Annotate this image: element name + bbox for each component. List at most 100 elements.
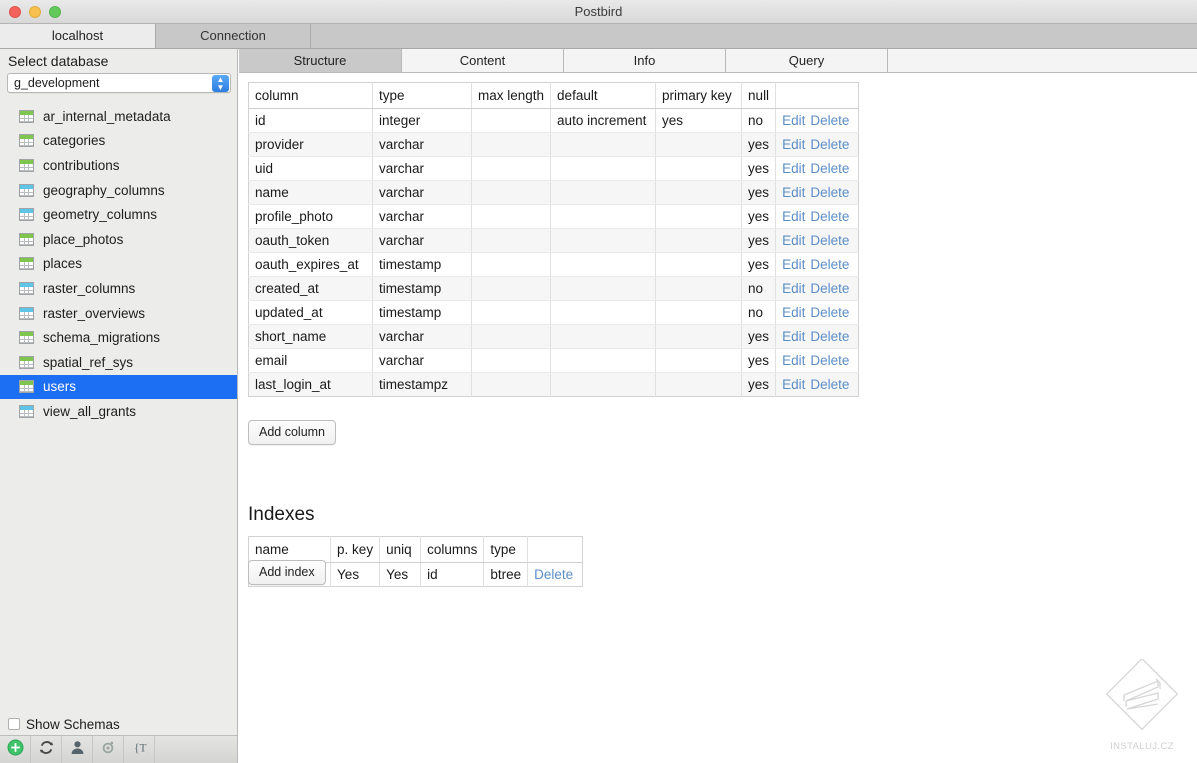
edit-column-link[interactable]: Edit bbox=[782, 329, 805, 344]
tab-content[interactable]: Content bbox=[402, 49, 564, 72]
cell-type: varchar bbox=[373, 133, 472, 157]
table-list-item[interactable]: places bbox=[0, 252, 237, 277]
table-list-item[interactable]: ar_internal_metadata bbox=[0, 104, 237, 129]
header-max-length[interactable]: max length bbox=[472, 83, 551, 109]
edit-column-link[interactable]: Edit bbox=[782, 113, 805, 128]
delete-column-link[interactable]: Delete bbox=[810, 257, 849, 272]
table-list-item[interactable]: categories bbox=[0, 129, 237, 154]
table-list-item[interactable]: schema_migrations bbox=[0, 325, 237, 350]
database-select[interactable]: g_development ▲▼ bbox=[7, 73, 231, 93]
cell-max-length bbox=[472, 349, 551, 373]
header-type[interactable]: type bbox=[373, 83, 472, 109]
window-title: Postbird bbox=[0, 0, 1197, 24]
header-index-pkey[interactable]: p. key bbox=[331, 537, 380, 563]
header-null[interactable]: null bbox=[742, 83, 776, 109]
table-icon bbox=[19, 257, 34, 270]
structure-row[interactable]: namevarcharyesEditDelete bbox=[249, 181, 859, 205]
cell-null: no bbox=[742, 301, 776, 325]
cell-max-length bbox=[472, 373, 551, 397]
edit-column-link[interactable]: Edit bbox=[782, 377, 805, 392]
delete-index-link[interactable]: Delete bbox=[534, 567, 573, 582]
header-default[interactable]: default bbox=[551, 83, 656, 109]
settings-button[interactable] bbox=[93, 736, 124, 763]
view-icon bbox=[19, 405, 34, 418]
table-list-item-label: raster_columns bbox=[43, 281, 135, 296]
header-index-uniq[interactable]: uniq bbox=[380, 537, 421, 563]
structure-row[interactable]: updated_attimestampnoEditDelete bbox=[249, 301, 859, 325]
users-button[interactable] bbox=[62, 736, 93, 763]
edit-column-link[interactable]: Edit bbox=[782, 305, 805, 320]
structure-row[interactable]: idintegerauto incrementyesnoEditDelete bbox=[249, 109, 859, 133]
delete-column-link[interactable]: Delete bbox=[810, 161, 849, 176]
delete-column-link[interactable]: Delete bbox=[810, 233, 849, 248]
delete-column-link[interactable]: Delete bbox=[810, 329, 849, 344]
tab-structure[interactable]: Structure bbox=[239, 49, 402, 72]
table-list-item[interactable]: raster_columns bbox=[0, 276, 237, 301]
structure-row[interactable]: oauth_tokenvarcharyesEditDelete bbox=[249, 229, 859, 253]
edit-column-link[interactable]: Edit bbox=[782, 281, 805, 296]
delete-column-link[interactable]: Delete bbox=[810, 113, 849, 128]
header-column[interactable]: column bbox=[249, 83, 373, 109]
connection-tab-new-connection[interactable]: Connection bbox=[156, 24, 311, 48]
delete-column-link[interactable]: Delete bbox=[810, 281, 849, 296]
font-size-button[interactable]: {T} bbox=[124, 736, 155, 763]
table-list-item[interactable]: users bbox=[0, 375, 237, 400]
structure-row[interactable]: short_namevarcharyesEditDelete bbox=[249, 325, 859, 349]
delete-column-link[interactable]: Delete bbox=[810, 185, 849, 200]
cell-primary-key bbox=[656, 277, 742, 301]
table-list-item[interactable]: geography_columns bbox=[0, 178, 237, 203]
structure-row[interactable]: created_attimestampnoEditDelete bbox=[249, 277, 859, 301]
add-column-button[interactable]: Add column bbox=[248, 420, 336, 445]
delete-column-link[interactable]: Delete bbox=[810, 353, 849, 368]
structure-row[interactable]: providervarcharyesEditDelete bbox=[249, 133, 859, 157]
tab-info[interactable]: Info bbox=[564, 49, 726, 72]
edit-column-link[interactable]: Edit bbox=[782, 161, 805, 176]
table-list[interactable]: ar_internal_metadata categories contributi… bbox=[0, 104, 237, 754]
delete-column-link[interactable]: Delete bbox=[810, 377, 849, 392]
table-list-item[interactable]: contributions bbox=[0, 153, 237, 178]
structure-table: column type max length default primary k… bbox=[248, 82, 859, 397]
edit-column-link[interactable]: Edit bbox=[782, 353, 805, 368]
table-list-item[interactable]: spatial_ref_sys bbox=[0, 350, 237, 375]
header-index-type[interactable]: type bbox=[484, 537, 528, 563]
structure-row[interactable]: last_login_attimestampzyesEditDelete bbox=[249, 373, 859, 397]
cell-column: id bbox=[249, 109, 373, 133]
connection-tabstrip-filler bbox=[311, 24, 1197, 48]
add-index-wrap: Add index bbox=[248, 560, 326, 585]
edit-column-link[interactable]: Edit bbox=[782, 185, 805, 200]
structure-row[interactable]: profile_photovarcharyesEditDelete bbox=[249, 205, 859, 229]
show-schemas-checkbox[interactable] bbox=[8, 718, 20, 730]
header-index-name[interactable]: name bbox=[249, 537, 331, 563]
structure-row[interactable]: emailvarcharyesEditDelete bbox=[249, 349, 859, 373]
edit-column-link[interactable]: Edit bbox=[782, 233, 805, 248]
structure-row[interactable]: uidvarcharyesEditDelete bbox=[249, 157, 859, 181]
edit-column-link[interactable]: Edit bbox=[782, 137, 805, 152]
add-database-button[interactable] bbox=[0, 736, 31, 763]
table-list-item[interactable]: raster_overviews bbox=[0, 301, 237, 326]
cell-primary-key: yes bbox=[656, 109, 742, 133]
table-list-item[interactable]: view_all_grants bbox=[0, 399, 237, 424]
add-index-button[interactable]: Add index bbox=[248, 560, 326, 585]
table-list-item-label: categories bbox=[43, 133, 105, 148]
tab-query[interactable]: Query bbox=[726, 49, 888, 72]
table-list-item[interactable]: geometry_columns bbox=[0, 202, 237, 227]
header-primary-key[interactable]: primary key bbox=[656, 83, 742, 109]
cell-actions: Edit Delete bbox=[776, 325, 859, 349]
edit-column-link[interactable]: Edit bbox=[782, 257, 805, 272]
structure-table-wrap: column type max length default primary k… bbox=[248, 82, 859, 397]
gear-icon bbox=[100, 739, 117, 761]
cell-actions: Edit Delete bbox=[776, 133, 859, 157]
refresh-button[interactable] bbox=[31, 736, 62, 763]
table-list-item-label: raster_overviews bbox=[43, 306, 145, 321]
connection-tab-localhost[interactable]: localhost bbox=[0, 24, 156, 48]
show-schemas-row[interactable]: Show Schemas bbox=[0, 713, 237, 735]
structure-row[interactable]: oauth_expires_attimestampyesEditDelete bbox=[249, 253, 859, 277]
cell-max-length bbox=[472, 109, 551, 133]
table-list-item[interactable]: place_photos bbox=[0, 227, 237, 252]
delete-column-link[interactable]: Delete bbox=[810, 137, 849, 152]
cell-default bbox=[551, 373, 656, 397]
header-index-columns[interactable]: columns bbox=[421, 537, 484, 563]
edit-column-link[interactable]: Edit bbox=[782, 209, 805, 224]
delete-column-link[interactable]: Delete bbox=[810, 305, 849, 320]
delete-column-link[interactable]: Delete bbox=[810, 209, 849, 224]
